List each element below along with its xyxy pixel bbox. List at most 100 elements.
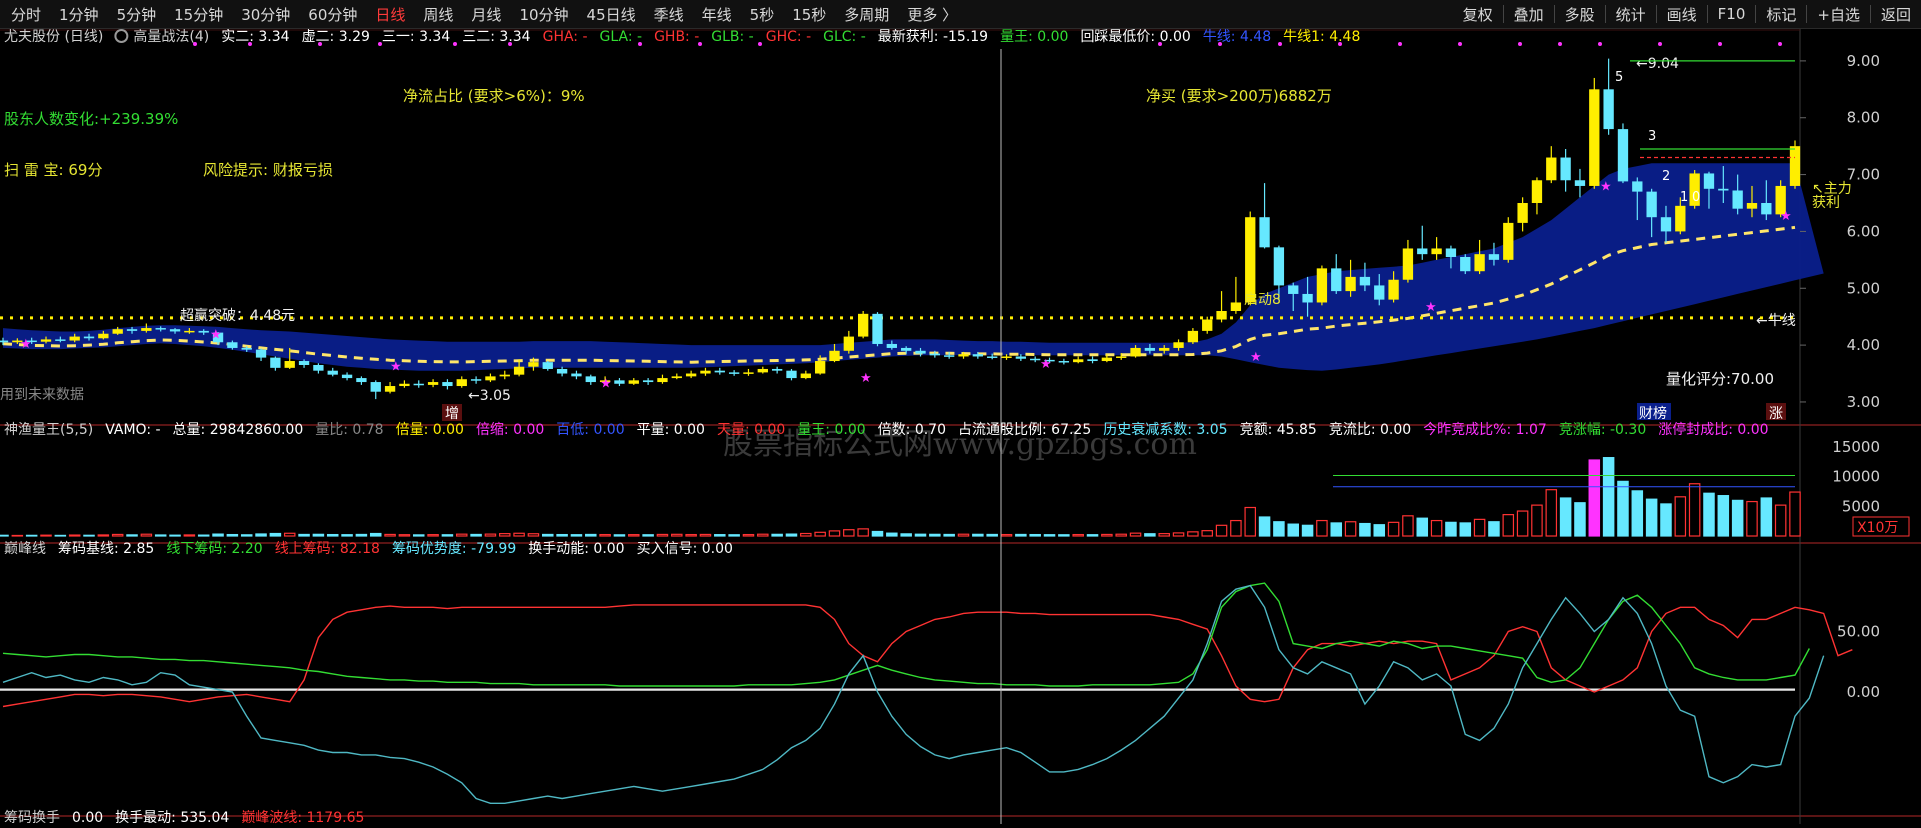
tab-timeframe-4[interactable]: 30分钟 bbox=[232, 4, 299, 25]
candle-body bbox=[987, 356, 998, 358]
signal-dot bbox=[1718, 42, 1722, 46]
volume-bar bbox=[1688, 483, 1701, 537]
header-item: 倍数: 0.70 bbox=[878, 422, 946, 438]
candle-body bbox=[944, 355, 955, 357]
header-item: 换手最动: 535.04 bbox=[115, 809, 229, 824]
tab-timeframe-6[interactable]: 日线 bbox=[366, 4, 414, 25]
volume-bar bbox=[1373, 524, 1386, 537]
volume-bar bbox=[212, 533, 224, 537]
volume-bar bbox=[1273, 521, 1285, 537]
volume-bar bbox=[441, 534, 454, 537]
candle-body bbox=[972, 354, 984, 357]
candle-body bbox=[69, 336, 80, 341]
volume-bar bbox=[1244, 506, 1256, 537]
volume-bar bbox=[341, 534, 353, 537]
candle-body bbox=[270, 357, 281, 368]
candle-body bbox=[1058, 361, 1070, 363]
candle-body bbox=[1589, 89, 1600, 186]
tool-button-1[interactable]: 叠加 bbox=[1504, 4, 1554, 25]
header-item: GHC: - bbox=[766, 29, 811, 45]
volume-bar bbox=[54, 534, 67, 537]
candle-body bbox=[958, 354, 969, 357]
tab-timeframe-1[interactable]: 1分钟 bbox=[50, 4, 108, 25]
header-item: 今昨竞成比%: 1.07 bbox=[1423, 421, 1547, 438]
high-price-label: ←9.04 bbox=[1636, 56, 1679, 72]
candle-body bbox=[1116, 356, 1127, 358]
candle-body bbox=[671, 376, 682, 379]
tab-timeframe-15[interactable]: 多周期 bbox=[835, 4, 898, 25]
volume-bar bbox=[40, 534, 52, 537]
stock-chart[interactable]: 尤夫股份 (日线) 高量战法(4) 实二: 3.34 虚二: 3.29 三一: 3.34… bbox=[0, 28, 1921, 826]
header-item: 百低: 0.00 bbox=[556, 422, 624, 438]
volume-bar bbox=[1316, 519, 1328, 537]
candle-body bbox=[184, 330, 195, 333]
tab-timeframe-9[interactable]: 10分钟 bbox=[510, 4, 577, 25]
candle-body bbox=[528, 362, 539, 367]
tool-button-7[interactable]: +自选 bbox=[1807, 4, 1870, 25]
signal-dot bbox=[1218, 42, 1222, 46]
tab-timeframe-14[interactable]: 15秒 bbox=[783, 4, 835, 25]
header-item: VAMO: - bbox=[105, 422, 160, 438]
volume-bar bbox=[1344, 521, 1357, 537]
tab-timeframe-3[interactable]: 15分钟 bbox=[165, 4, 232, 25]
tool-button-4[interactable]: 画线 bbox=[1657, 4, 1707, 25]
candle-body bbox=[1560, 157, 1571, 181]
tab-timeframe-2[interactable]: 5分钟 bbox=[108, 4, 166, 25]
price-tick-label: 7.00 bbox=[1847, 166, 1880, 184]
price-indicator-header: 尤夫股份 (日线) 高量战法(4) 实二: 3.34 虚二: 3.29 三一: 3.34… bbox=[4, 28, 1360, 45]
launch-label: 启动8 bbox=[1244, 292, 1281, 308]
tool-button-6[interactable]: 标记 bbox=[1756, 4, 1806, 25]
candle-body bbox=[1216, 311, 1227, 320]
candle-body bbox=[542, 362, 553, 369]
tab-timeframe-5[interactable]: 60分钟 bbox=[299, 4, 366, 25]
chip-panel: 巅峰线 筹码基线: 2.85 线下筹码: 2.20 线上筹码: 82.18 筹码优势度:… bbox=[0, 540, 1880, 804]
volume-bar bbox=[427, 534, 439, 537]
candle-body bbox=[915, 350, 926, 354]
header-item: 量王: 0.00 bbox=[1000, 29, 1068, 45]
candle-body bbox=[141, 328, 152, 331]
tab-timeframe-11[interactable]: 季线 bbox=[645, 4, 693, 25]
candle-body bbox=[1417, 248, 1428, 255]
volume-bar bbox=[1129, 532, 1142, 537]
tab-timeframe-7[interactable]: 周线 bbox=[414, 4, 462, 25]
volume-bar bbox=[1488, 521, 1500, 537]
volume-bar bbox=[126, 534, 138, 537]
chip-tick-label: 50.00 bbox=[1837, 623, 1880, 641]
candle-body bbox=[1746, 203, 1758, 209]
candle-body bbox=[1345, 276, 1356, 292]
gear-icon[interactable] bbox=[114, 29, 129, 43]
tab-timeframe-16[interactable]: 更多 〉 bbox=[898, 4, 966, 25]
signal-dot bbox=[193, 42, 197, 46]
candle-body bbox=[1675, 205, 1686, 232]
volume-bar bbox=[1029, 533, 1041, 537]
candle-body bbox=[814, 361, 826, 374]
candle-body bbox=[1660, 217, 1672, 232]
signal-dot bbox=[248, 42, 252, 46]
tab-timeframe-8[interactable]: 月线 bbox=[462, 4, 510, 25]
chart-area: 尤夫股份 (日线) 高量战法(4) 实二: 3.34 虚二: 3.29 三一: 3.34… bbox=[0, 28, 1921, 828]
volume-bar bbox=[1101, 533, 1113, 537]
tab-timeframe-10[interactable]: 45日线 bbox=[578, 4, 645, 25]
tool-button-8[interactable]: 返回 bbox=[1871, 4, 1921, 25]
volume-bar bbox=[628, 534, 640, 537]
candle-body bbox=[1546, 157, 1557, 181]
candle-body bbox=[341, 374, 353, 379]
header-item: GLA: - bbox=[600, 29, 643, 45]
tab-timeframe-12[interactable]: 年线 bbox=[693, 4, 741, 25]
tool-button-2[interactable]: 多股 bbox=[1555, 4, 1605, 25]
candle-body bbox=[614, 380, 625, 384]
ribbon-band bbox=[3, 163, 1824, 371]
tab-timeframe-0[interactable]: 分时 bbox=[2, 4, 50, 25]
volume-bar bbox=[240, 534, 253, 537]
signal-dot bbox=[378, 42, 382, 46]
tool-button-5[interactable]: F10 bbox=[1708, 5, 1756, 23]
candle-body bbox=[1517, 203, 1528, 223]
header-item: 筹码换手 bbox=[4, 809, 60, 824]
tool-button-3[interactable]: 统计 bbox=[1606, 4, 1656, 25]
tab-timeframe-13[interactable]: 5秒 bbox=[741, 4, 784, 25]
tool-button-0[interactable]: 复权 bbox=[1453, 4, 1503, 25]
candle-body bbox=[929, 353, 941, 356]
volume-bar bbox=[556, 533, 568, 537]
volume-bar bbox=[398, 534, 411, 537]
candle-body bbox=[1531, 180, 1543, 203]
